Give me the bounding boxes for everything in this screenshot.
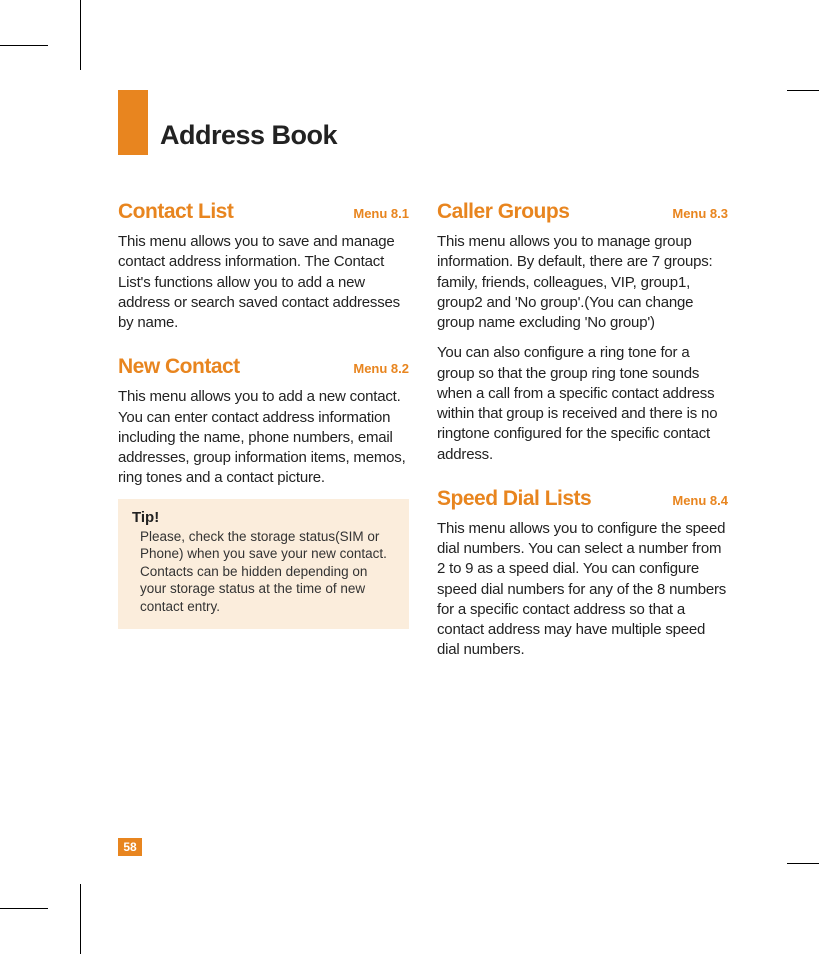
section-body: You can also configure a ring tone for a…: [437, 343, 728, 465]
menu-reference: Menu 8.1: [353, 206, 409, 221]
tip-box: Tip! Please, check the storage status(SI…: [118, 499, 409, 630]
tip-body: Please, check the storage status(SIM or …: [132, 528, 395, 616]
chapter-ornament: [118, 90, 148, 155]
page-content: Address Book Contact List Menu 8.1 This …: [118, 90, 728, 683]
section-speed-dial: Speed Dial Lists Menu 8.4 This menu allo…: [437, 487, 728, 661]
section-header: New Contact Menu 8.2: [118, 355, 409, 379]
tip-title: Tip!: [132, 509, 395, 526]
section-header: Speed Dial Lists Menu 8.4: [437, 487, 728, 511]
section-contact-list: Contact List Menu 8.1 This menu allows y…: [118, 200, 409, 333]
section-header: Contact List Menu 8.1: [118, 200, 409, 224]
chapter-header: Address Book: [118, 90, 728, 155]
section-title: Speed Dial Lists: [437, 487, 591, 511]
section-body: This menu allows you to manage group inf…: [437, 232, 728, 333]
right-column: Caller Groups Menu 8.3 This menu allows …: [437, 200, 728, 683]
section-header: Caller Groups Menu 8.3: [437, 200, 728, 224]
section-title: New Contact: [118, 355, 240, 379]
crop-mark: [0, 908, 48, 909]
section-new-contact: New Contact Menu 8.2 This menu allows yo…: [118, 355, 409, 629]
page-number: 58: [118, 838, 142, 856]
section-title: Caller Groups: [437, 200, 569, 224]
crop-mark: [787, 863, 819, 864]
menu-reference: Menu 8.4: [672, 493, 728, 508]
menu-reference: Menu 8.3: [672, 206, 728, 221]
columns: Contact List Menu 8.1 This menu allows y…: [118, 200, 728, 683]
section-body: This menu allows you to add a new contac…: [118, 387, 409, 488]
left-column: Contact List Menu 8.1 This menu allows y…: [118, 200, 409, 683]
chapter-title: Address Book: [160, 120, 337, 155]
menu-reference: Menu 8.2: [353, 361, 409, 376]
section-title: Contact List: [118, 200, 233, 224]
section-caller-groups: Caller Groups Menu 8.3 This menu allows …: [437, 200, 728, 465]
section-body: This menu allows you to configure the sp…: [437, 519, 728, 661]
section-body: This menu allows you to save and manage …: [118, 232, 409, 333]
crop-mark: [787, 90, 819, 91]
crop-mark: [0, 45, 48, 46]
